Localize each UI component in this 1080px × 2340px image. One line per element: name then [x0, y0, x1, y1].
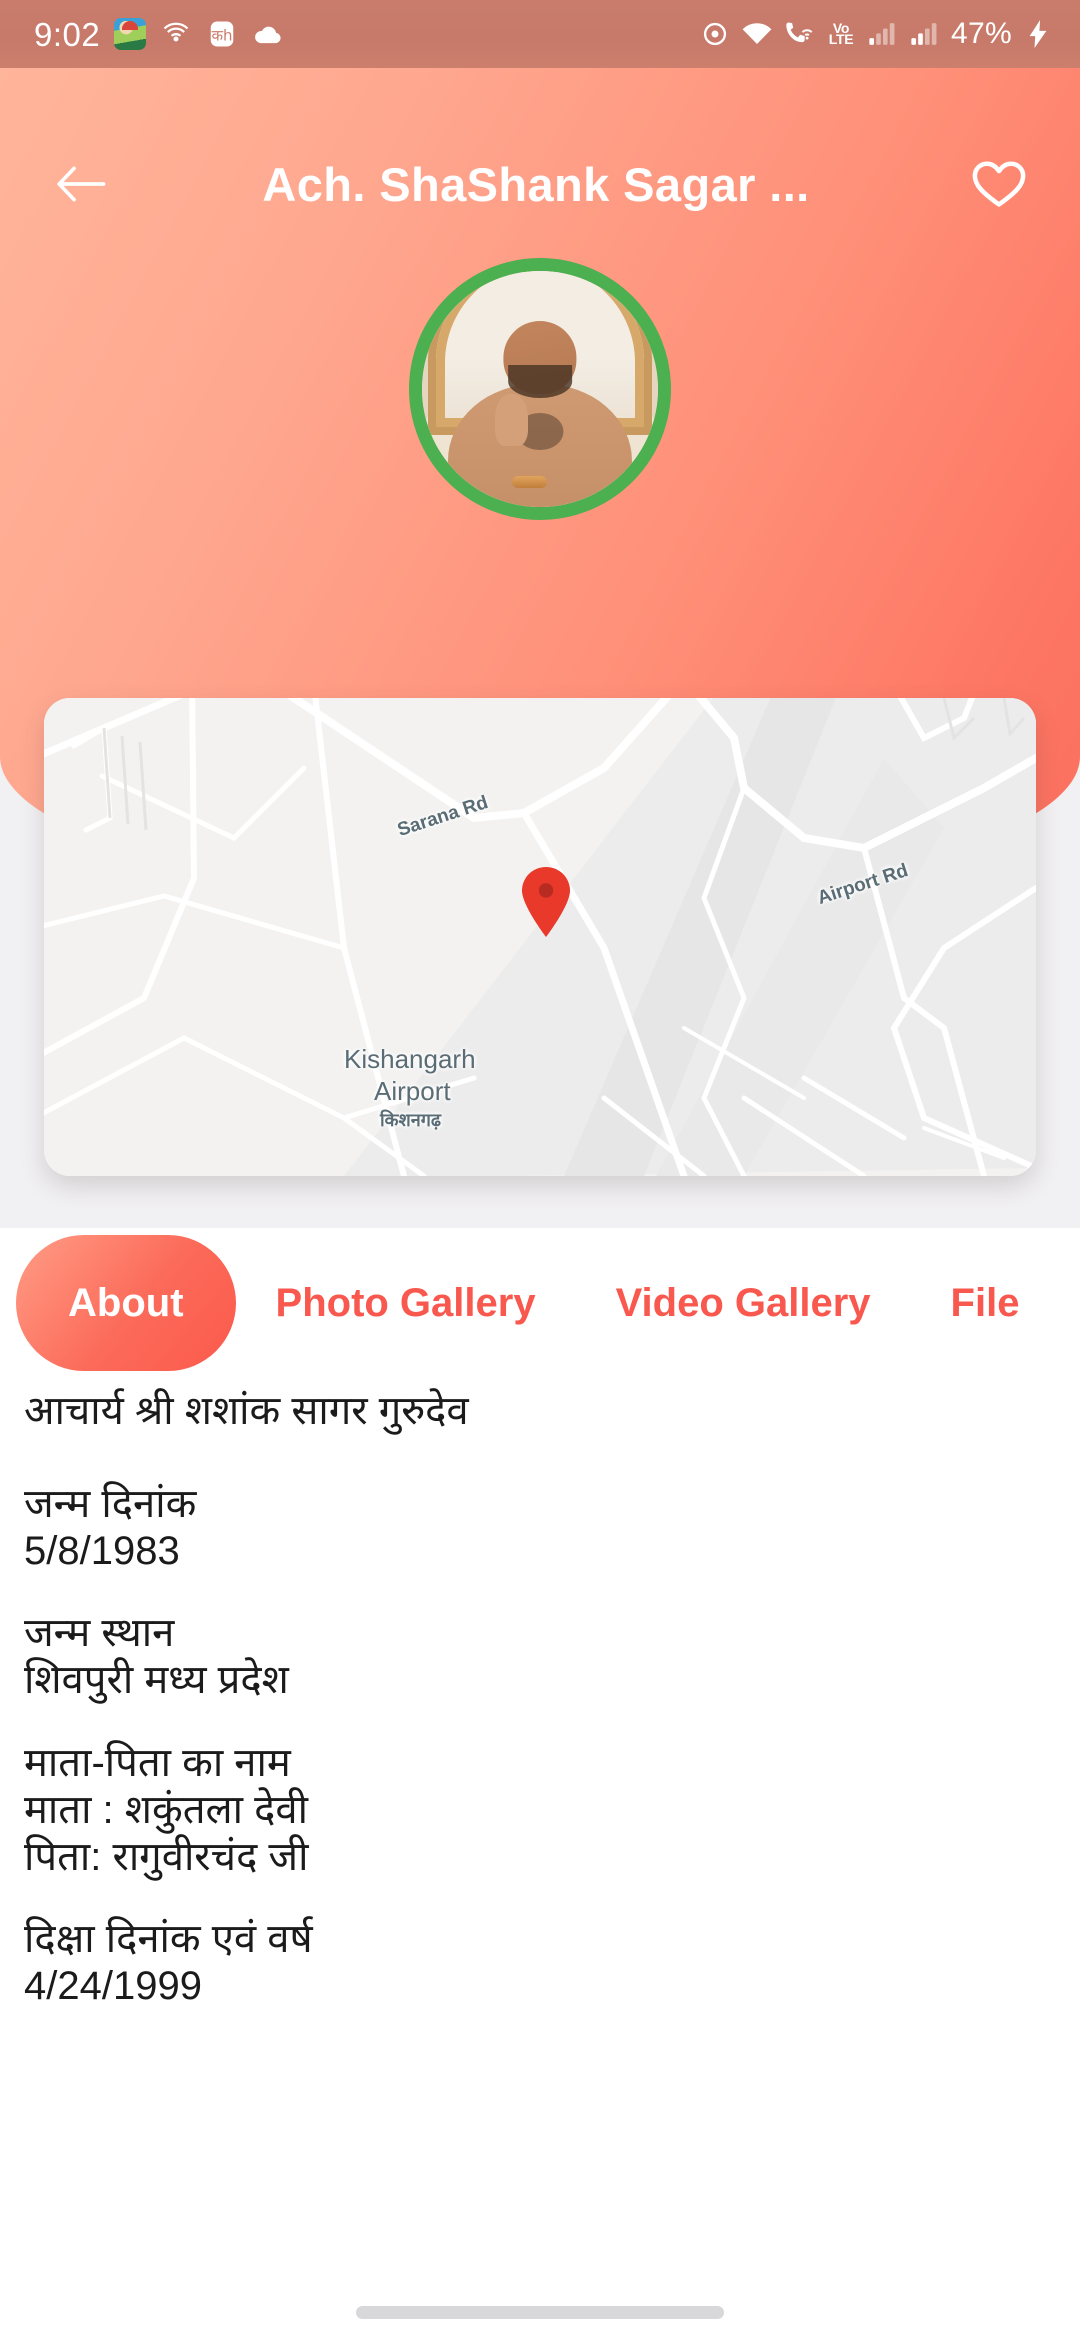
favorite-button[interactable]: [960, 145, 1038, 223]
about-block: जन्म स्थान शिवपुरी मध्य प्रदेश: [24, 1610, 1052, 1704]
map-canvas: Sarana Rd Airport Rd Kishangarh Airport …: [44, 698, 1036, 1176]
about-line: जन्म स्थान: [24, 1611, 175, 1656]
about-line: दिक्षा दिनांक एवं वर्ष: [24, 1917, 313, 1962]
game-app-icon: [114, 18, 147, 50]
about-block: आचार्य श्री शशांक सागर गुरुदेव: [24, 1388, 1052, 1435]
profile-tab-bar[interactable]: About Photo Gallery Video Gallery File: [0, 1228, 1080, 1378]
map-label: Kishangarh: [344, 1044, 476, 1074]
about-line: माता-पिता का नाम: [24, 1740, 291, 1785]
tab-files[interactable]: File: [911, 1235, 1060, 1371]
about-line: पिता: रागुवीरचंद जी: [24, 1834, 309, 1879]
about-line: 4/24/1999: [24, 1964, 202, 2009]
heart-outline-icon: [972, 161, 1026, 207]
hindi-app-icon: कh: [206, 18, 238, 50]
svg-text:कh: कh: [212, 26, 233, 44]
tab-photo-gallery[interactable]: Photo Gallery: [236, 1235, 576, 1371]
about-line: आचार्य श्री शशांक सागर गुरुदेव: [24, 1389, 469, 1433]
status-bar: 9:02 कh Vo LTE 47%: [0, 0, 1080, 68]
map-label: Airport: [374, 1076, 451, 1106]
arrow-left-icon: [57, 166, 106, 202]
phone-screen: 9:02 कh Vo LTE 47% Ach. ShaShank Sagar .…: [0, 0, 1080, 2340]
status-bar-right: Vo LTE 47%: [699, 18, 1054, 50]
about-block: माता-पिता का नाम माता : शकुंतला देवी पित…: [24, 1740, 1052, 1880]
avatar-photo: [422, 271, 658, 507]
charging-bolt-icon: [1022, 18, 1054, 50]
app-bar: Ach. ShaShank Sagar ...: [0, 140, 1080, 228]
system-navigation-bar: [0, 2284, 1080, 2340]
about-line: शिवपुरी मध्य प्रदेश: [24, 1658, 289, 1703]
about-line: माता : शकुंतला देवी: [24, 1787, 308, 1832]
tab-about[interactable]: About: [16, 1235, 236, 1371]
pin-icon: [522, 867, 570, 937]
signal-sim1-icon: [867, 18, 899, 50]
status-time: 9:02: [34, 15, 101, 53]
volte-icon: Vo LTE: [825, 18, 857, 50]
cloud-icon: [252, 18, 284, 50]
about-line: 5/8/1983: [24, 1528, 180, 1573]
location-map-card[interactable]: Sarana Rd Airport Rd Kishangarh Airport …: [44, 698, 1036, 1176]
map-location-pin[interactable]: [520, 866, 572, 938]
broadcast-icon: [160, 18, 192, 50]
home-indicator[interactable]: [356, 2305, 724, 2319]
wifi-icon: [741, 18, 773, 50]
page-title: Ach. ShaShank Sagar ...: [262, 157, 810, 211]
battery-percent-label: 47%: [951, 17, 1012, 50]
profile-avatar[interactable]: [409, 258, 671, 520]
volte-bottom-label: LTE: [828, 31, 854, 47]
signal-sim2-icon: [909, 18, 941, 50]
about-block: जन्म दिनांक 5/8/1983: [24, 1481, 1052, 1575]
location-icon: [699, 18, 731, 50]
about-block: दिक्षा दिनांक एवं वर्ष 4/24/1999: [24, 1916, 1052, 2010]
about-tab-content: आचार्य श्री शशांक सागर गुरुदेव जन्म दिना…: [0, 1378, 1080, 2308]
tab-video-gallery[interactable]: Video Gallery: [576, 1235, 911, 1371]
status-bar-left: 9:02 कh: [34, 18, 284, 51]
wifi-calling-icon: [783, 18, 815, 50]
map-label: किशनगढ़: [380, 1110, 441, 1131]
about-line: जन्म दिनांक: [24, 1481, 197, 1526]
back-button[interactable]: [42, 145, 120, 223]
